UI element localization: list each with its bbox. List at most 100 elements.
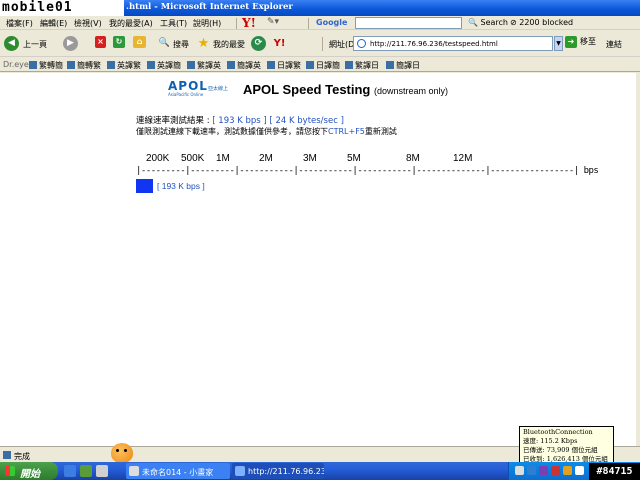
history-icon[interactable]: ⟳ <box>251 36 266 51</box>
note-suffix: 重新測試 <box>364 127 397 136</box>
dreye-item-label: 日譯簡 <box>316 61 340 70</box>
menu-bar: 檔案(F) 編輯(E) 檢視(V) 我的最愛(A) 工具(T) 說明(H) Y!… <box>0 16 640 30</box>
dreye-item[interactable]: 簡轉繁 <box>67 60 101 71</box>
window-title: .html - Microsoft Internet Explorer <box>126 2 293 12</box>
dreye-item[interactable]: 繁譯日 <box>345 60 379 71</box>
page-title: APOL Speed Testing (downstream only) <box>243 82 448 97</box>
menu-view[interactable]: 檢視(V) <box>74 18 102 29</box>
taskbar-item-ie[interactable]: http://211.76.96.236/te... <box>232 463 324 479</box>
dreye-item[interactable]: 英譯簡 <box>147 60 181 71</box>
search-button-label[interactable]: 搜尋 <box>173 39 189 50</box>
start-button[interactable]: 開始 <box>0 462 58 480</box>
quicklaunch-desktop-icon[interactable] <box>96 465 108 477</box>
mascot-icon[interactable] <box>111 443 133 463</box>
menu-separator <box>308 18 309 29</box>
translate-icon <box>306 61 314 69</box>
dreye-item[interactable]: 日譯繁 <box>267 60 301 71</box>
toolbar-separator <box>322 37 323 51</box>
speed-bar-label: [ 193 K bps ] <box>157 181 205 191</box>
menu-edit[interactable]: 編輯(E) <box>40 18 67 29</box>
home-icon[interactable]: ⌂ <box>133 36 146 48</box>
dreye-item[interactable]: 簡譯英 <box>227 60 261 71</box>
address-input[interactable]: http://211.76.96.236/testspeed.html <box>353 36 553 51</box>
search-icon: 🔍 <box>468 18 478 27</box>
quicklaunch-app-icon[interactable] <box>80 465 92 477</box>
quicklaunch-ie-icon[interactable] <box>64 465 76 477</box>
pencil-icon[interactable]: ✎▾ <box>267 17 279 27</box>
tray-icon[interactable] <box>563 466 572 475</box>
yahoo-icon[interactable]: Y! <box>272 36 287 51</box>
logo-text: APOL <box>168 79 208 93</box>
page-done-icon <box>3 451 11 459</box>
speed-scale-line: |---------|---------|-----------|-------… <box>136 166 599 176</box>
clock-watermark: #84715 <box>589 463 640 480</box>
favorites-star-icon[interactable]: ★ <box>196 36 211 51</box>
blocked-icon: ⊘ <box>510 18 517 27</box>
vertical-scrollbar[interactable] <box>636 73 640 446</box>
stop-icon[interactable]: × <box>95 36 106 48</box>
translate-icon <box>227 61 235 69</box>
dreye-item[interactable]: 英譯繁 <box>107 60 141 71</box>
refresh-icon[interactable]: ↻ <box>113 36 125 48</box>
translate-icon <box>345 61 353 69</box>
search-icon[interactable]: 🔍 <box>157 36 172 51</box>
dreye-item[interactable]: 繁譯英 <box>187 60 221 71</box>
popup-blocker-button[interactable]: ⊘ 2200 blocked <box>510 18 573 27</box>
dreye-item-label: 繁譯日 <box>355 61 379 70</box>
search-button-label: Search <box>480 18 508 27</box>
back-arrow-icon[interactable]: ◀ <box>4 36 19 51</box>
standard-toolbar: ◀ 上一頁 ▶ × ↻ ⌂ 🔍 搜尋 ★ 我的最愛 ⟳ Y! 網址(D) htt… <box>0 31 640 57</box>
translate-icon <box>67 61 75 69</box>
menu-tools[interactable]: 工具(T) <box>160 18 187 29</box>
title-bar: mobile01 .html - Microsoft Internet Expl… <box>0 0 640 16</box>
translate-icon <box>267 61 275 69</box>
yahoo-icon[interactable]: Y! <box>242 16 256 30</box>
tray-icon[interactable] <box>539 466 548 475</box>
scale-tick-label: 200K <box>146 153 170 164</box>
windows-flag-icon <box>5 466 15 476</box>
result-label: 連線速率測試結果 : <box>136 116 213 126</box>
go-button[interactable]: ➜ 移至 <box>565 36 596 48</box>
logo-chinese: 亞太線上 <box>208 86 229 92</box>
forward-arrow-icon[interactable]: ▶ <box>63 36 78 51</box>
dreye-toolbar: Dr.eye 繁轉簡 簡轉繁 英譯繁 英譯簡 繁譯英 簡譯英 日譯繁 日譯簡 繁… <box>0 57 640 72</box>
tooltip-title: BluetoothConnection <box>523 428 593 436</box>
scale-tick-label: 8M <box>406 153 420 164</box>
go-button-label: 移至 <box>580 37 596 46</box>
tray-icon[interactable] <box>527 466 536 475</box>
dreye-item[interactable]: 簡譯日 <box>386 60 420 71</box>
scale-tick-label: 1M <box>216 153 230 164</box>
ie-icon <box>235 466 245 476</box>
dreye-item[interactable]: 日譯簡 <box>306 60 340 71</box>
speed-result: 連線速率測試結果 : [ 193 K bps ] [ 24 K bytes/se… <box>136 114 344 126</box>
google-logo: Google <box>316 18 348 27</box>
dreye-item-label: 簡譯日 <box>396 61 420 70</box>
dreye-item-label: 日譯繁 <box>277 61 301 70</box>
back-button-label[interactable]: 上一頁 <box>23 39 47 50</box>
dreye-label: Dr.eye <box>3 60 29 69</box>
tooltip-speed: 速度: 115.2 Kbps <box>523 437 578 445</box>
translate-icon <box>147 61 155 69</box>
favorites-button-label[interactable]: 我的最愛 <box>213 39 245 50</box>
tray-icon[interactable] <box>551 466 560 475</box>
google-search-button[interactable]: 🔍 Search <box>468 18 508 27</box>
taskbar: 開始 未命名014 - 小畫家 http://211.76.96.236/te.… <box>0 462 640 480</box>
note-shortcut: CTRL+F5 <box>328 127 365 136</box>
page-title-text: APOL Speed Testing <box>243 82 371 97</box>
taskbar-item-paint[interactable]: 未命名014 - 小畫家 <box>126 463 230 479</box>
note-text: 僅限測試連線下載速率，測試數據僅供參考，請您按下 <box>136 127 328 136</box>
links-button[interactable]: 連結 <box>606 39 622 50</box>
menu-file[interactable]: 檔案(F) <box>6 18 33 29</box>
menu-favorites[interactable]: 我的最愛(A) <box>109 18 153 29</box>
dreye-item[interactable]: 繁轉簡 <box>29 60 63 71</box>
bluetooth-icon[interactable] <box>575 466 584 475</box>
retest-note: 僅限測試連線下載速率，測試數據僅供參考，請您按下CTRL+F5重新測試 <box>136 126 397 137</box>
address-dropdown-icon[interactable]: ▼ <box>554 36 563 51</box>
google-search-input[interactable] <box>355 17 462 29</box>
menu-help[interactable]: 說明(H) <box>193 18 221 29</box>
result-kbps: [ 193 K bps ] <box>212 116 267 126</box>
tray-icon[interactable] <box>515 466 524 475</box>
menu-separator <box>236 18 237 29</box>
logo-subtitle: AsiaPacific Online <box>168 92 204 97</box>
speed-bar <box>136 179 153 193</box>
